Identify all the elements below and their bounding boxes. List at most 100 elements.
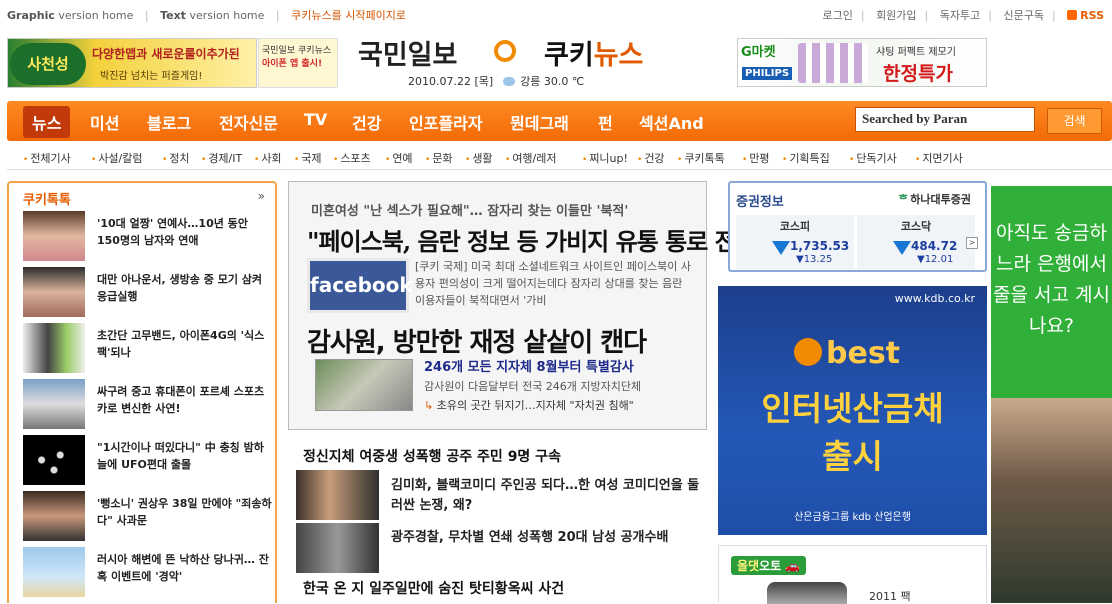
subnav-health[interactable]: 건강: [637, 150, 664, 166]
join-link[interactable]: 회원가입: [876, 9, 916, 22]
subnav-travel[interactable]: 여행/레저: [505, 150, 556, 166]
kdb-url: www.kdb.co.kr: [894, 292, 975, 305]
logo-news-part: 뉴스: [593, 40, 644, 71]
nav-e-paper[interactable]: 전자신문: [219, 110, 278, 134]
nav-health[interactable]: 건강: [352, 110, 381, 134]
philips-logo: PHILIPS: [742, 67, 793, 80]
search-button[interactable]: 검색: [1047, 108, 1102, 134]
puzzle-game-ad[interactable]: 사천성 다양한맵과 새로운룰이추가된 박진감 넘치는 퍼즐게임!: [7, 38, 257, 88]
subnav-exclusive[interactable]: 단독기사: [849, 150, 896, 166]
date-weather: 2010.07.22 [목] 강릉 30.0 ℃: [408, 73, 584, 89]
top-story-summary[interactable]: [쿠키 국제] 미국 최대 소셜네트워크 사이트인 페이스북이 사용자 편의성이…: [415, 258, 695, 309]
reader-report-link[interactable]: 독자투고: [940, 9, 980, 22]
photo-article-link[interactable]: 김미화, 블랙코미디 주인공 되다…한 여성 코미디언을 둘러싼 논쟁, 왜?: [391, 476, 701, 516]
subnav-jjiniup[interactable]: 찌니up!: [582, 150, 628, 166]
photo-thumbnail[interactable]: [296, 523, 379, 573]
cloud-weather-icon: [502, 77, 515, 86]
iphone-app-ad[interactable]: 국민일보 쿠키뉴스 아이폰 앱 출시!: [258, 38, 338, 88]
list-item[interactable]: 초간단 고무밴드, 아이폰4G의 '식스팩'되나: [23, 323, 273, 375]
graphic-version-suffix[interactable]: version home: [58, 9, 133, 22]
list-item[interactable]: 대만 아나운서, 생방송 중 모기 삼켜 응급실행: [23, 267, 273, 319]
iphone-ad-line-2: 아이폰 앱 출시!: [262, 58, 323, 69]
nav-fun[interactable]: 펀: [598, 110, 613, 134]
list-item[interactable]: 싸구려 중고 휴대폰이 포르셰 스포츠카로 변신한 사연!: [23, 379, 273, 431]
top-story-subhead[interactable]: 미혼여성 "난 섹스가 필요해"… 잠자리 찾는 이들만 '북적': [311, 200, 628, 219]
sponsor-name: 하나대투증권: [910, 193, 971, 206]
search-input[interactable]: Searched by Paran: [855, 107, 1035, 132]
kukitalk-title[interactable]: 쿠키톡톡: [23, 189, 71, 208]
photo-article-link[interactable]: 광주경찰, 무차별 연쇄 성폭행 20대 남성 공개수배: [391, 528, 701, 548]
shaver-product-image: [798, 43, 868, 83]
nav-mwondegeurae[interactable]: 뭔데그래: [510, 110, 569, 134]
site-logo[interactable]: 국민일보 쿠키뉴스: [358, 33, 643, 73]
list-item-title[interactable]: 초간단 고무밴드, 아이폰4G의 '식스팩'되나: [97, 327, 273, 361]
list-item-title[interactable]: 러시아 해변에 뜬 낙하산 당나귀… 잔혹 이벤트에 '경악': [97, 551, 273, 585]
subnav-all[interactable]: 전체기사: [23, 150, 70, 166]
list-item-title[interactable]: '뻥소니' 권상우 38일 만에야 "죄송하다" 사과문: [97, 495, 273, 529]
sponsor-brand[interactable]: ᄒ 하나대투증권: [898, 191, 971, 207]
top-story-headline[interactable]: "페이스북, 음란 정보 등 가비지 유통 통로 전락": [307, 222, 769, 257]
text-version-link[interactable]: Text: [160, 9, 186, 22]
list-item[interactable]: "1시간이나 떠있다니" 中 충칭 밤하늘에 UFO편대 출몰: [23, 435, 273, 487]
subnav-sports[interactable]: 스포츠: [333, 150, 370, 166]
subnav-editorial[interactable]: 사설/칼럼: [91, 150, 142, 166]
list-item-title[interactable]: 싸구려 중고 휴대폰이 포르셰 스포츠카로 변신한 사연!: [97, 383, 273, 417]
nav-infoplaza[interactable]: 인포플라자: [409, 110, 483, 134]
date-text: 2010.07.22 [목]: [408, 75, 494, 88]
ad-photo: [991, 398, 1112, 603]
list-item-title[interactable]: '10대 얼짱' 연예사…10년 동안 150명의 남자와 연애: [97, 215, 273, 249]
nav-mission[interactable]: 미션: [90, 110, 119, 134]
list-item[interactable]: '뻥소니' 권상우 38일 만에야 "죄송하다" 사과문: [23, 491, 273, 543]
next-arrow-icon[interactable]: >: [966, 237, 978, 249]
second-story-thumbnail[interactable]: [315, 359, 413, 411]
subnav-entertainment[interactable]: 연예: [385, 150, 412, 166]
login-link[interactable]: 로그인: [822, 9, 852, 22]
photo-thumbnail[interactable]: [296, 470, 379, 520]
text-version-suffix[interactable]: version home: [189, 9, 264, 22]
auto-caption[interactable]: 2011 팩: [869, 588, 911, 604]
subscribe-link[interactable]: 신문구독: [1003, 9, 1043, 22]
subnav-economy[interactable]: 경제/IT: [201, 150, 242, 166]
list-item-title[interactable]: "1시간이나 떠있다니" 中 충칭 밤하늘에 UFO편대 출몰: [97, 439, 273, 473]
second-story-headline[interactable]: 감사원, 방만한 재정 샅샅이 캔다: [307, 322, 647, 359]
subnav-kukitalk[interactable]: 쿠키톡톡: [677, 150, 724, 166]
headline-link[interactable]: 정신지체 여중생 성폭행 공주 주민 9명 구속: [303, 446, 561, 466]
car-thumbnail[interactable]: [767, 582, 847, 604]
kospi-panel[interactable]: 코스피 1,735.53 ▼13.25: [736, 215, 854, 269]
subnav-society[interactable]: 사회: [254, 150, 281, 166]
nav-tv[interactable]: TV: [304, 110, 327, 129]
graphic-version-link[interactable]: Graphic: [7, 9, 55, 22]
nav-news[interactable]: 뉴스: [23, 106, 71, 138]
list-item[interactable]: 러시아 해변에 뜬 낙하산 당나귀… 잔혹 이벤트에 '경악': [23, 547, 273, 599]
more-icon[interactable]: »: [258, 189, 265, 203]
subnav-world[interactable]: 국제: [294, 150, 321, 166]
second-story-summary[interactable]: 감사원이 다음달부터 전국 246개 지방자치단체: [424, 378, 641, 394]
kosdaq-label: 코스닥: [900, 220, 932, 233]
rss-icon[interactable]: [1067, 10, 1078, 20]
list-item-title[interactable]: 대만 아나운서, 생방송 중 모기 삼켜 응급실행: [97, 271, 273, 305]
subnav-culture[interactable]: 문화: [425, 150, 452, 166]
subnav-politics[interactable]: 정치: [162, 150, 189, 166]
all-that-auto-tag[interactable]: 올댓오토 🚗: [731, 556, 807, 575]
main-nav: 뉴스 미션 블로그 전자신문 TV 건강 인포플라자 뭔데그래 펀 섹션And …: [7, 101, 1112, 141]
subnav-special[interactable]: 기획특집: [782, 150, 829, 166]
second-story-subhead[interactable]: 246개 모든 지자체 8월부터 특별감사: [424, 356, 634, 375]
headline-link[interactable]: 한국 온 지 일주일만에 숨진 탓티황옥씨 사건: [303, 578, 564, 598]
rss-link[interactable]: RSS: [1080, 9, 1104, 22]
list-item[interactable]: '10대 얼짱' 연예사…10년 동안 150명의 남자와 연애: [23, 211, 273, 263]
nav-blog[interactable]: 블로그: [147, 110, 191, 134]
thumbnail-image: [23, 491, 85, 541]
related-article-link[interactable]: 초유의 곳간 뒤지기…지자체 "자치권 침해": [424, 397, 634, 413]
kdb-bank-ad[interactable]: www.kdb.co.kr best 인터넷산금채 출시 산은금융그룹 kdb …: [718, 286, 987, 535]
subnav-cartoon[interactable]: 만평: [742, 150, 769, 166]
set-homepage-link[interactable]: 쿠키뉴스를 시작페이지로: [291, 9, 406, 22]
subnav-life[interactable]: 생활: [465, 150, 492, 166]
weather-text: 강릉 30.0 ℃: [520, 75, 585, 88]
remittance-ad[interactable]: 아직도 송금하느라 은행에서 줄을 서고 계시나요?: [991, 186, 1112, 603]
kosdaq-panel[interactable]: 코스닥 484.72 ▼12.01: [857, 215, 975, 269]
gmarket-philips-ad[interactable]: G마켓 PHILIPS 샤팅 퍼펙트 제모기 한정특가: [737, 38, 987, 87]
sub-nav: 전체기사 사설/칼럼 정치 경제/IT 사회 국제 스포츠 연예 문화 생활 여…: [7, 146, 1112, 170]
nav-section-and[interactable]: 섹션And: [639, 110, 704, 134]
subnav-print[interactable]: 지면기사: [915, 150, 962, 166]
facebook-logo-image[interactable]: facebook: [307, 258, 413, 313]
